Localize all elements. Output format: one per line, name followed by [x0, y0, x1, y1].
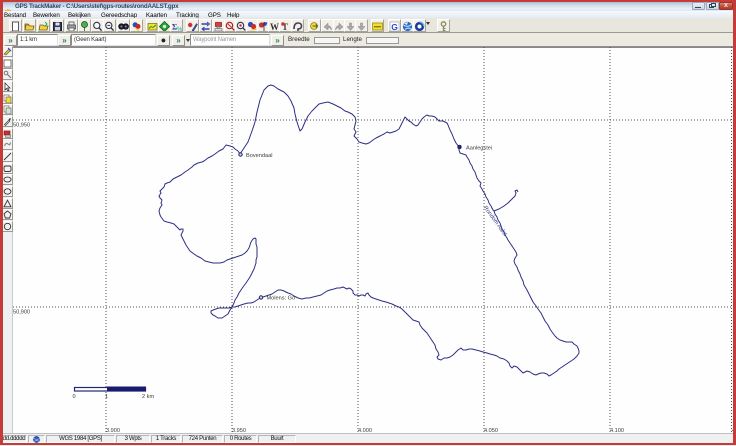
svg-text:50,900: 50,900: [13, 310, 30, 316]
svg-text:2 km: 2 km: [142, 394, 154, 400]
svg-text:1: 1: [105, 394, 108, 400]
svg-text:50,950: 50,950: [13, 123, 30, 129]
svg-text:G: G: [391, 21, 398, 31]
svg-text:Bovendaal: Bovendaal: [246, 153, 272, 159]
svg-text:Aanlegstei: Aanlegstei: [466, 146, 492, 152]
svg-text:Rondom Aalst: Rondom Aalst: [482, 205, 508, 238]
svg-text:Molens: Go: Molens: Go: [267, 296, 296, 302]
svg-text:0: 0: [73, 394, 76, 400]
svg-text:%: %: [177, 27, 182, 32]
svg-text:W: W: [270, 22, 279, 32]
